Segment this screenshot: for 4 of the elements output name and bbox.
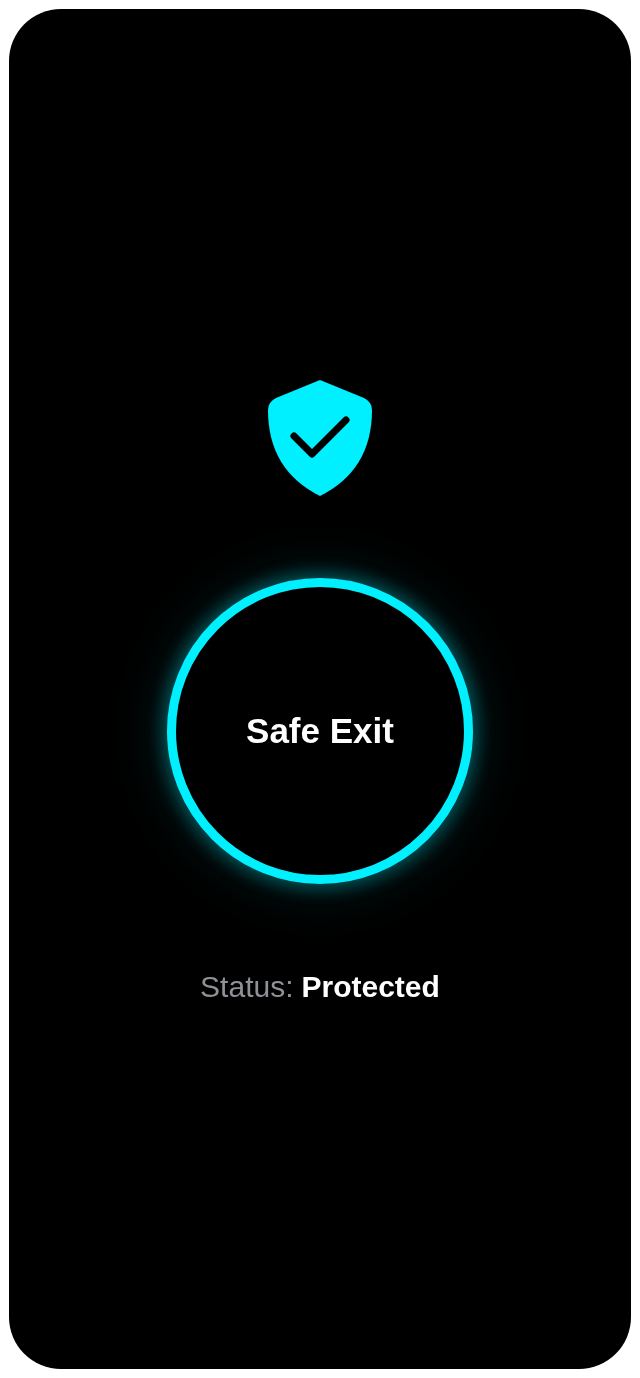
- safe-exit-button[interactable]: Safe Exit: [167, 578, 473, 884]
- shield-check-icon: [266, 380, 374, 496]
- status-value: Protected: [301, 969, 440, 1005]
- status-label: Status:: [200, 969, 294, 1005]
